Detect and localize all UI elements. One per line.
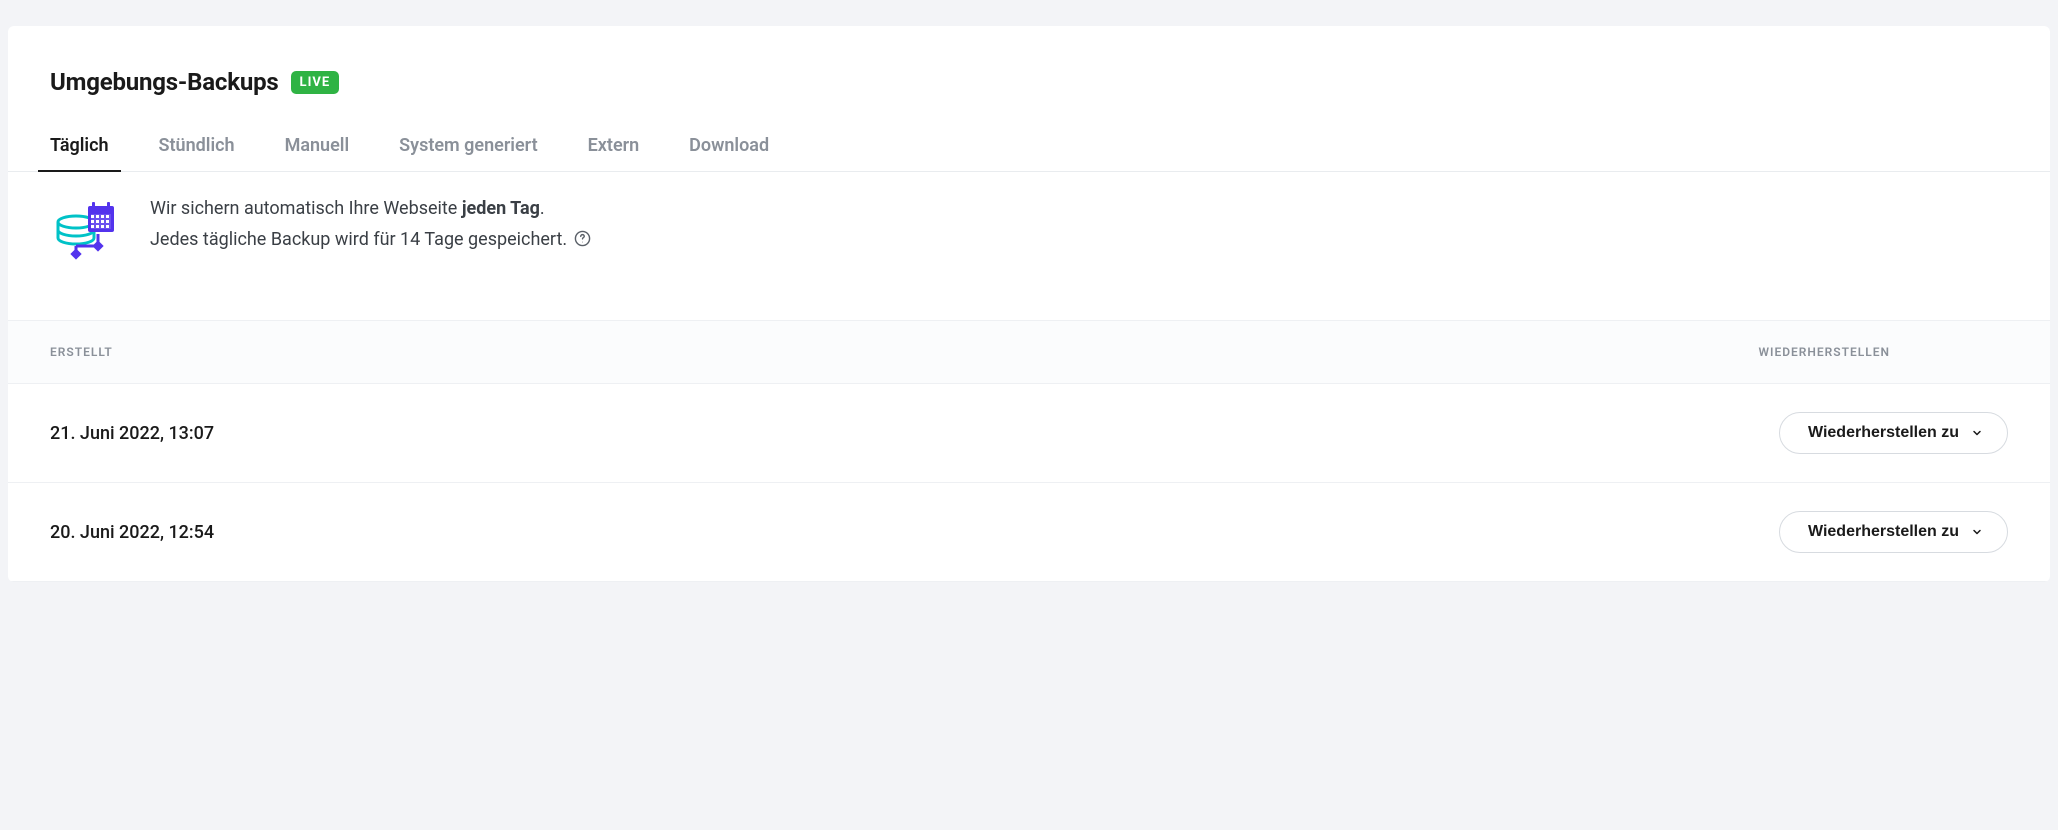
chevron-down-icon bbox=[1971, 526, 1983, 538]
table-row: 20. Juni 2022, 12:54 Wiederherstellen zu bbox=[8, 483, 2050, 582]
title-row: Umgebungs-Backups LIVE bbox=[50, 68, 2008, 96]
chevron-down-icon bbox=[1971, 427, 1983, 439]
card-header: Umgebungs-Backups LIVE Täglich Stündlich… bbox=[8, 26, 2050, 172]
live-badge: LIVE bbox=[291, 71, 340, 94]
page-title: Umgebungs-Backups bbox=[50, 68, 279, 96]
tab-manual[interactable]: Manuell bbox=[273, 135, 362, 172]
list-header: ERSTELLT WIEDERHERSTELLEN bbox=[8, 320, 2050, 384]
tabs: Täglich Stündlich Manuell System generie… bbox=[8, 134, 2050, 172]
tab-daily[interactable]: Täglich bbox=[38, 135, 121, 172]
tab-download[interactable]: Download bbox=[677, 135, 781, 172]
column-restore: WIEDERHERSTELLEN bbox=[1758, 345, 2008, 359]
backup-date: 21. Juni 2022, 13:07 bbox=[50, 423, 214, 444]
restore-button-label: Wiederherstellen zu bbox=[1808, 523, 1959, 541]
info-line2: Jedes tägliche Backup wird für 14 Tage g… bbox=[150, 229, 567, 250]
tab-hourly[interactable]: Stündlich bbox=[147, 135, 247, 172]
restore-button-label: Wiederherstellen zu bbox=[1808, 424, 1959, 442]
info-line1-bold: jeden Tag bbox=[462, 198, 540, 219]
help-icon[interactable] bbox=[574, 230, 591, 247]
info-text: Wir sichern automatisch Ihre Webseite je… bbox=[150, 194, 591, 255]
backups-card: Umgebungs-Backups LIVE Täglich Stündlich… bbox=[8, 26, 2050, 582]
tab-system-generated[interactable]: System generiert bbox=[387, 135, 550, 172]
column-created: ERSTELLT bbox=[50, 345, 113, 359]
tab-external[interactable]: Extern bbox=[576, 135, 652, 172]
info-line1-pre: Wir sichern automatisch Ihre Webseite bbox=[150, 198, 462, 219]
info-line1-post: . bbox=[540, 198, 545, 219]
backup-date: 20. Juni 2022, 12:54 bbox=[50, 522, 214, 543]
table-row: 21. Juni 2022, 13:07 Wiederherstellen zu bbox=[8, 384, 2050, 483]
restore-button[interactable]: Wiederherstellen zu bbox=[1779, 511, 2008, 553]
restore-button[interactable]: Wiederherstellen zu bbox=[1779, 412, 2008, 454]
info-block: Wir sichern automatisch Ihre Webseite je… bbox=[8, 172, 2050, 320]
database-backup-icon bbox=[50, 194, 122, 270]
